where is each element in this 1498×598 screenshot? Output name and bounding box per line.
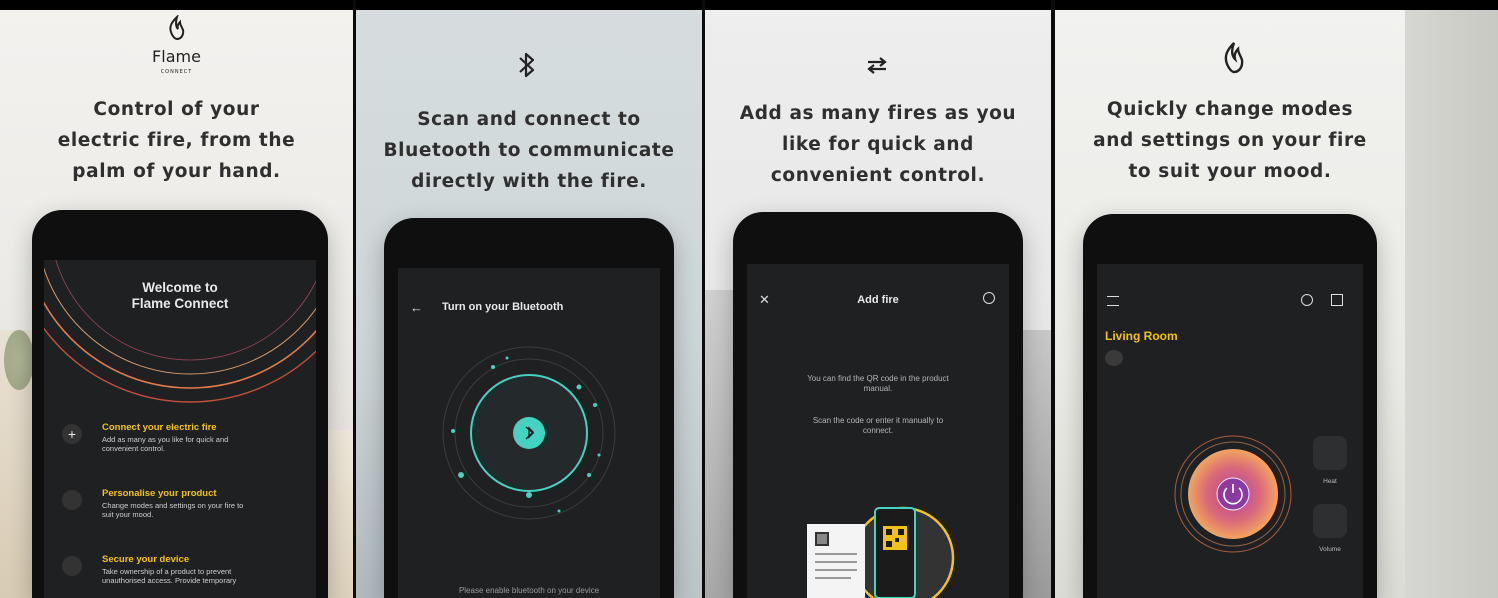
bluetooth-scan-visual <box>442 346 616 520</box>
headline-line-1: Control of your <box>93 99 260 120</box>
phone-screen: ← Turn on your Bluetooth Please enable b… <box>398 268 660 598</box>
heat-label: Heat <box>1323 478 1337 485</box>
top-black-band <box>1405 0 1498 10</box>
headline: Add as many fires as you like for quick … <box>705 98 1051 191</box>
volume-label: Volume <box>1319 546 1341 553</box>
item-desc-line-1: Take ownership of a product to prevent <box>102 567 232 576</box>
room-tag-icon[interactable] <box>1105 350 1123 366</box>
item-desc-line-2: suit your mood. <box>102 510 154 519</box>
help-icon[interactable] <box>1301 294 1313 306</box>
lock-icon <box>62 556 82 576</box>
headline-line-3: palm of your hand. <box>72 161 281 182</box>
menu-icon[interactable] <box>1107 296 1119 306</box>
instruction-2-line-1: Scan the code or enter it manually to <box>812 416 944 425</box>
list-item[interactable]: Personalise your product Change modes an… <box>62 488 302 528</box>
phone-screen: ✕ Add fire You can find the QR code in t… <box>747 264 1009 598</box>
heat-button[interactable] <box>1313 436 1347 470</box>
phone-screen: Living Room Heat Volume <box>1097 264 1363 598</box>
promo-panel-control: Flame CONNECT Control of your electric f… <box>0 0 353 598</box>
item-desc: Add as many as you like for quick and co… <box>102 435 228 453</box>
background-lamp <box>1023 330 1051 598</box>
item-desc-line-1: Change modes and settings on your fire t… <box>102 501 244 510</box>
top-black-band <box>1055 0 1405 10</box>
welcome-title-line-1: Welcome to <box>142 280 218 295</box>
phone-frame: ✕ Add fire You can find the QR code in t… <box>733 212 1023 598</box>
headline: Control of your electric fire, from the … <box>0 94 353 187</box>
item-desc-line-2: unauthorised access. Provide temporary <box>102 576 237 585</box>
promo-panel-modes: Quickly change modes and settings on you… <box>1055 0 1405 598</box>
flame-small-icon <box>62 490 82 510</box>
background-wall <box>356 400 386 598</box>
brand-name: Flame <box>152 47 201 66</box>
instruction-2: Scan the code or enter it manually to co… <box>747 416 1009 436</box>
headline-line-3: directly with the fire. <box>411 171 647 192</box>
item-desc: Take ownership of a product to prevent u… <box>102 567 236 585</box>
item-desc-line-1: Add as many as you like for quick and <box>102 435 229 444</box>
phone-frame: Living Room Heat Volume <box>1083 214 1377 598</box>
top-black-band <box>705 0 1051 10</box>
list-item[interactable]: Secure your device Take ownership of a p… <box>62 554 302 594</box>
headline-line-2: and settings on your fire <box>1093 130 1367 151</box>
phone-frame: ← Turn on your Bluetooth Please enable b… <box>384 218 674 598</box>
item-title: Secure your device <box>102 554 190 565</box>
help-icon[interactable] <box>983 292 995 304</box>
headline: Quickly change modes and settings on you… <box>1055 94 1405 187</box>
item-title: Connect your electric fire <box>102 422 217 433</box>
headline-line-2: like for quick and <box>782 134 974 155</box>
headline-line-3: to suit your mood. <box>1128 161 1332 182</box>
item-title: Personalise your product <box>102 488 217 499</box>
promo-panel-add-fire: Add as many fires as you like for quick … <box>705 0 1051 598</box>
brand-sub: CONNECT <box>160 69 193 75</box>
screen-title: Add fire <box>857 294 899 306</box>
background-plant <box>4 330 34 390</box>
screen-title: Turn on your Bluetooth <box>442 301 564 313</box>
list-item[interactable]: + Connect your electric fire Add as many… <box>62 422 302 462</box>
headline: Scan and connect to Bluetooth to communi… <box>356 104 702 197</box>
headline-line-2: Bluetooth to communicate <box>383 140 675 161</box>
right-edge-background <box>1405 0 1498 598</box>
instruction-1-line-2: manual. <box>863 384 893 393</box>
welcome-title-line-2: Flame Connect <box>131 296 229 311</box>
headline-line-1: Add as many fires as you <box>739 103 1017 124</box>
promo-panel-bluetooth: Scan and connect to Bluetooth to communi… <box>356 0 702 598</box>
flame-icon <box>169 15 185 41</box>
phone-frame: Welcome to Flame Connect + Connect your … <box>32 210 328 598</box>
back-arrow-icon[interactable]: ← <box>410 300 423 315</box>
bluetooth-footer-text: Please enable bluetooth on your device <box>458 586 600 595</box>
headline-line-2: electric fire, from the <box>57 130 296 151</box>
room-name: Living Room <box>1105 329 1178 343</box>
flame-outline-icon <box>1224 42 1244 74</box>
headline-line-3: convenient control. <box>770 165 986 186</box>
instruction-1: You can find the QR code in the product … <box>747 374 1009 394</box>
qr-code-icon <box>807 506 955 598</box>
grid-icon[interactable] <box>1331 294 1343 306</box>
headline-line-1: Quickly change modes <box>1106 99 1354 120</box>
top-black-band <box>0 0 353 10</box>
item-desc: Change modes and settings on your fire t… <box>102 501 243 519</box>
headline-line-1: Scan and connect to <box>417 109 641 130</box>
power-control[interactable] <box>1173 434 1293 554</box>
bluetooth-icon <box>519 52 535 78</box>
instruction-2-line-2: connect. <box>862 426 894 435</box>
top-black-band <box>356 0 702 10</box>
volume-button[interactable] <box>1313 504 1347 538</box>
phone-screen: Welcome to Flame Connect + Connect your … <box>44 260 316 598</box>
plus-icon: + <box>62 424 82 444</box>
welcome-title: Welcome to Flame Connect <box>44 280 316 312</box>
swap-arrows-icon <box>867 57 887 74</box>
item-desc-line-2: convenient control. <box>102 444 165 453</box>
instruction-1-line-1: You can find the QR code in the product <box>807 374 949 383</box>
